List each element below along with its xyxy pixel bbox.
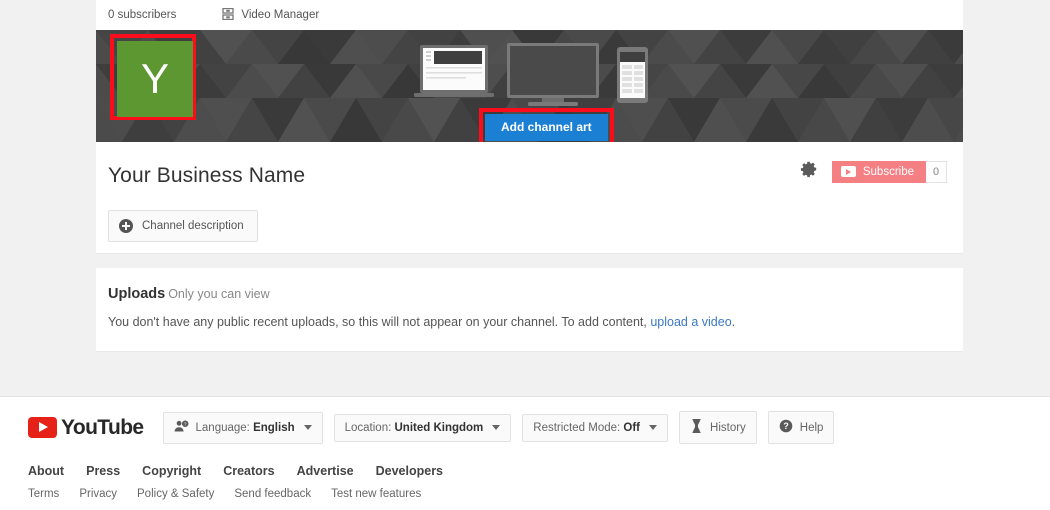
- help-icon: ?: [779, 419, 793, 436]
- chevron-down-icon: [304, 425, 312, 430]
- channel-banner: Y: [96, 30, 963, 142]
- footer-link-advertise[interactable]: Advertise: [297, 464, 354, 478]
- subscribe-label: Subscribe: [863, 166, 914, 178]
- svg-text:?: ?: [783, 421, 788, 431]
- channel-header-card: Your Business Name Channel description S…: [96, 142, 963, 254]
- subscriber-count-badge[interactable]: 0: [926, 161, 947, 183]
- site-footer: YouTube ? Language: English Location: Un…: [0, 396, 1050, 510]
- footer-link-privacy[interactable]: Privacy: [79, 488, 117, 500]
- footer-link-policy-safety[interactable]: Policy & Safety: [137, 488, 214, 500]
- footer-divider: [0, 388, 1050, 396]
- channel-description-label: Channel description: [142, 220, 244, 232]
- subscribe-area: Subscribe 0: [800, 160, 947, 183]
- gear-icon[interactable]: [800, 160, 818, 183]
- channel-description-button[interactable]: Channel description: [108, 210, 258, 242]
- footer-secondary-links: Terms Privacy Policy & Safety Send feedb…: [28, 488, 1050, 500]
- footer-primary-links: About Press Copyright Creators Advertise…: [28, 464, 1050, 478]
- help-button[interactable]: ? Help: [768, 411, 835, 444]
- video-manager-link[interactable]: Video Manager: [222, 8, 319, 23]
- uploads-empty-message: You don't have any public recent uploads…: [108, 315, 951, 329]
- footer-link-send-feedback[interactable]: Send feedback: [234, 488, 311, 500]
- footer-links: About Press Copyright Creators Advertise…: [0, 444, 1050, 500]
- youtube-channel-page: 0 subscribers Video Manager: [0, 0, 1050, 510]
- phone-device: [617, 47, 648, 103]
- add-channel-art-button[interactable]: Add channel art: [485, 114, 608, 141]
- uploads-empty-text-after: .: [732, 315, 735, 329]
- language-chip-label: Language: English: [196, 422, 295, 434]
- location-selector[interactable]: Location: United Kingdom: [334, 414, 512, 442]
- chevron-down-icon: [649, 425, 657, 430]
- uploads-title: Uploads: [108, 286, 165, 302]
- help-label: Help: [800, 422, 824, 434]
- footer-link-about[interactable]: About: [28, 464, 64, 478]
- youtube-logo[interactable]: YouTube: [28, 416, 144, 440]
- device-illustrations: [414, 43, 654, 113]
- language-selector[interactable]: ? Language: English: [163, 412, 323, 444]
- footer-link-terms[interactable]: Terms: [28, 488, 59, 500]
- laptop-device: [414, 45, 494, 97]
- location-chip-label: Location: United Kingdom: [345, 422, 484, 434]
- tv-device: [507, 43, 599, 106]
- footer-link-test-new-features[interactable]: Test new features: [331, 488, 421, 500]
- hourglass-icon: [690, 419, 703, 436]
- play-icon: [841, 166, 856, 177]
- subscriber-count-label: 0 subscribers: [108, 9, 176, 21]
- uploads-empty-text-before: You don't have any public recent uploads…: [108, 315, 650, 329]
- avatar-highlight-box: Y: [110, 34, 196, 120]
- youtube-wordmark: YouTube: [61, 416, 144, 440]
- footer-link-press[interactable]: Press: [86, 464, 120, 478]
- footer-controls-row: YouTube ? Language: English Location: Un…: [0, 397, 1050, 444]
- svg-text:?: ?: [183, 421, 186, 426]
- history-button[interactable]: History: [679, 411, 757, 444]
- footer-link-copyright[interactable]: Copyright: [142, 464, 201, 478]
- avatar-letter: Y: [141, 58, 169, 100]
- video-manager-label: Video Manager: [241, 9, 319, 21]
- channel-avatar[interactable]: Y: [117, 41, 193, 117]
- footer-link-creators[interactable]: Creators: [223, 464, 274, 478]
- subscribe-button[interactable]: Subscribe: [832, 161, 926, 183]
- language-icon: ?: [174, 420, 189, 436]
- footer-link-developers[interactable]: Developers: [376, 464, 443, 478]
- subscribe-group: Subscribe 0: [832, 161, 947, 183]
- uploads-card: UploadsOnly you can view You don't have …: [96, 268, 963, 352]
- history-label: History: [710, 422, 746, 434]
- restricted-mode-chip-label: Restricted Mode: Off: [533, 422, 640, 434]
- uploads-visibility: Only you can view: [168, 287, 269, 301]
- channel-meta-bar: 0 subscribers Video Manager: [96, 0, 963, 30]
- main-content-column: 0 subscribers Video Manager: [96, 0, 963, 352]
- add-channel-art-highlight-box: Add channel art: [479, 108, 614, 142]
- upload-a-video-link[interactable]: upload a video: [650, 315, 731, 329]
- restricted-mode-selector[interactable]: Restricted Mode: Off: [522, 414, 668, 442]
- chevron-down-icon: [492, 425, 500, 430]
- uploads-header: UploadsOnly you can view: [108, 286, 951, 302]
- plus-circle-icon: [119, 219, 133, 233]
- youtube-play-icon: [28, 417, 57, 438]
- video-manager-icon: [222, 8, 234, 23]
